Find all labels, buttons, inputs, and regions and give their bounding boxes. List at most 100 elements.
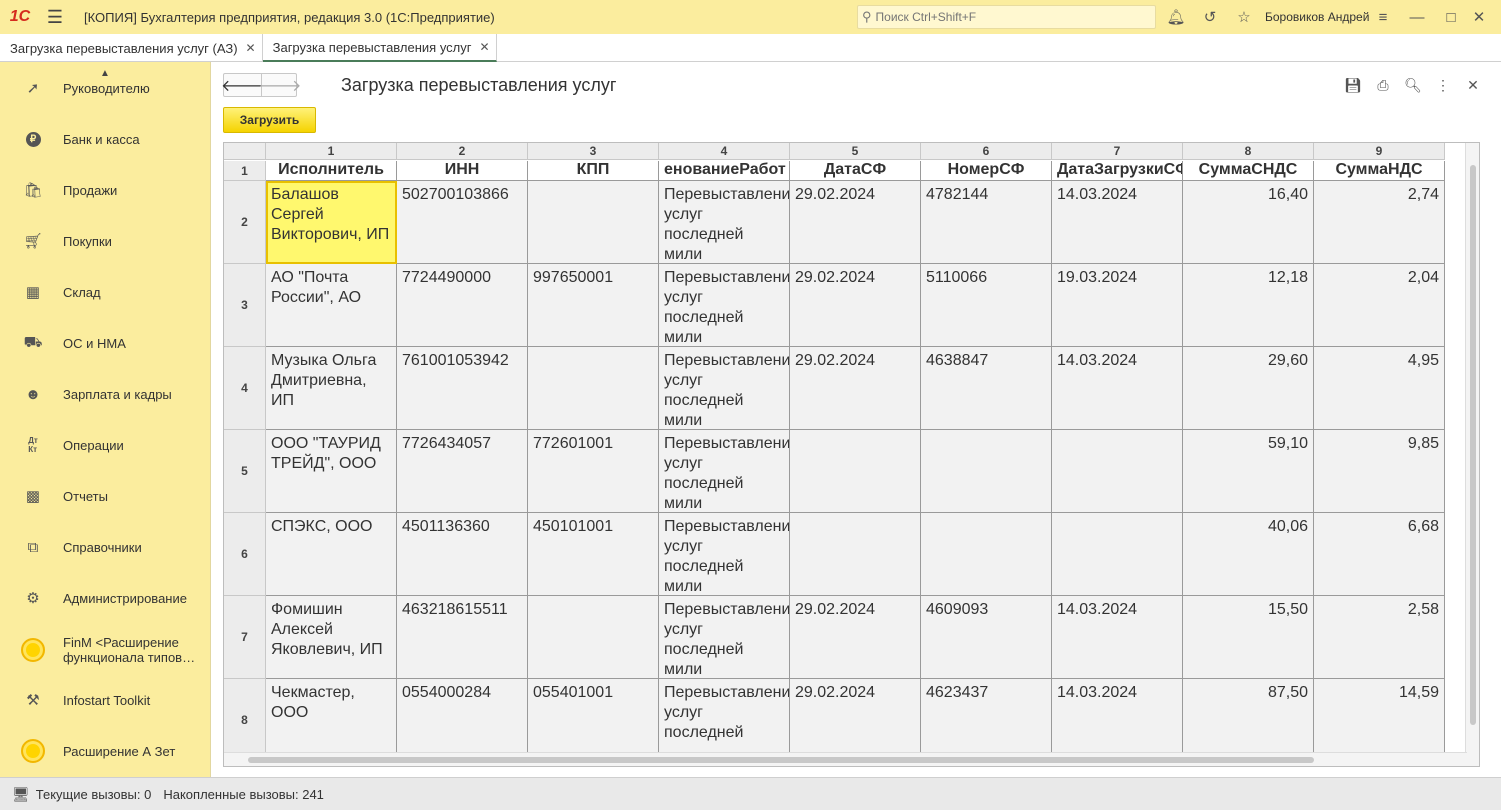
header-cell[interactable]: енованиеРабот	[659, 161, 790, 181]
tab-load[interactable]: Загрузка перевыставления услуг ✕	[262, 34, 497, 62]
close-form-icon[interactable]: ✕	[1463, 75, 1483, 95]
table-cell[interactable]: Перевыставление услуг последней	[659, 679, 790, 762]
maximize-icon[interactable]: □	[1440, 6, 1462, 28]
table-cell[interactable]: Перевыставление услуг последней мили	[659, 513, 790, 596]
table-cell[interactable]: Перевыставление услуг последней мили	[659, 596, 790, 679]
table-cell[interactable]: 14,59	[1314, 679, 1445, 762]
table-cell[interactable]: Балашов Сергей Викторович, ИП	[266, 181, 397, 264]
header-cell[interactable]: ДатаСФ	[790, 161, 921, 181]
header-cell[interactable]: ИНН	[397, 161, 528, 181]
sidebar-item-infostart[interactable]: ⚒ Infostart Toolkit	[0, 680, 210, 720]
star-icon[interactable]: ☆	[1233, 6, 1255, 28]
load-button[interactable]: Загрузить	[223, 107, 316, 133]
table-cell[interactable]: 772601001	[528, 430, 659, 513]
table-cell[interactable]: 502700103866	[397, 181, 528, 264]
table-cell[interactable]: 5110066	[921, 264, 1052, 347]
row-number[interactable]: 1	[224, 161, 266, 181]
bell-icon[interactable]: 🔔︎	[1165, 6, 1187, 28]
table-cell[interactable]	[921, 430, 1052, 513]
table-cell[interactable]: 4623437	[921, 679, 1052, 762]
history-icon[interactable]: ↺	[1199, 6, 1221, 28]
table-cell[interactable]: 16,40	[1183, 181, 1314, 264]
table-cell[interactable]	[790, 513, 921, 596]
table-cell[interactable]: 9,85	[1314, 430, 1445, 513]
table-cell[interactable]: СПЭКС, ООО	[266, 513, 397, 596]
table-cell[interactable]: 7726434057	[397, 430, 528, 513]
table-cell[interactable]: Фомишин Алексей Яковлевич, ИП	[266, 596, 397, 679]
row-number[interactable]: 5	[224, 430, 266, 513]
table-cell[interactable]: 055401001	[528, 679, 659, 762]
close-window-icon[interactable]: ✕	[1468, 6, 1490, 28]
sidebar-item-manager[interactable]: ➚ Руководителю	[0, 68, 210, 108]
horizontal-scrollbar[interactable]	[224, 752, 1467, 766]
header-cell[interactable]: ДатаЗагрузкиСФ	[1052, 161, 1183, 181]
table-cell[interactable]: 40,06	[1183, 513, 1314, 596]
sidebar-item-assets[interactable]: ⛟ ОС и НМА	[0, 323, 210, 363]
column-number[interactable]: 1	[266, 143, 397, 160]
sidebar-item-finm[interactable]: FinM <Расширение функционала типов…	[0, 629, 210, 671]
table-cell[interactable]: 997650001	[528, 264, 659, 347]
table-cell[interactable]: 29.02.2024	[790, 181, 921, 264]
save-icon[interactable]: 💾︎	[1343, 75, 1363, 95]
table-cell[interactable]	[790, 430, 921, 513]
table-cell[interactable]: 2,58	[1314, 596, 1445, 679]
tab-load-az[interactable]: Загрузка перевыставления услуг (АЗ) ✕	[0, 34, 263, 62]
table-cell[interactable]: 14.03.2024	[1052, 347, 1183, 430]
table-cell[interactable]: 6,68	[1314, 513, 1445, 596]
table-cell[interactable]: 7724490000	[397, 264, 528, 347]
column-number[interactable]: 2	[397, 143, 528, 160]
column-number[interactable]: 5	[790, 143, 921, 160]
table-cell[interactable]: 0554000284	[397, 679, 528, 762]
sidebar-item-azet[interactable]: Расширение А Зет	[0, 731, 210, 771]
sidebar-item-sales[interactable]: 🛍︎ Продажи	[0, 170, 210, 210]
sidebar-item-purchases[interactable]: 🛒︎ Покупки	[0, 221, 210, 261]
table-cell[interactable]: 29.02.2024	[790, 679, 921, 762]
global-search[interactable]: ⚲	[857, 5, 1156, 29]
monitor-icon[interactable]: 🖥︎	[12, 786, 30, 803]
sidebar-item-bank[interactable]: ₽ Банк и касса	[0, 119, 210, 159]
column-number[interactable]: 9	[1314, 143, 1445, 160]
row-number[interactable]: 6	[224, 513, 266, 596]
sidebar-item-warehouse[interactable]: ▦ Склад	[0, 272, 210, 312]
back-arrow-icon[interactable]: 🡐︎	[221, 74, 264, 96]
minimize-icon[interactable]: —	[1406, 6, 1428, 28]
table-cell[interactable]: Перевыставление услуг последней мили	[659, 264, 790, 347]
table-cell[interactable]	[528, 181, 659, 264]
header-cell[interactable]: КПП	[528, 161, 659, 181]
table-cell[interactable]	[1052, 513, 1183, 596]
table-cell[interactable]: 59,10	[1183, 430, 1314, 513]
search-input[interactable]	[875, 10, 1146, 24]
row-number[interactable]: 8	[224, 679, 266, 762]
table-cell[interactable]: 14.03.2024	[1052, 181, 1183, 264]
table-cell[interactable]: Музыка Ольга Дмитриевна, ИП	[266, 347, 397, 430]
menu-icon[interactable]: ☰	[40, 0, 70, 34]
table-cell[interactable]	[1052, 430, 1183, 513]
table-cell[interactable]: 12,18	[1183, 264, 1314, 347]
table-cell[interactable]: 14.03.2024	[1052, 596, 1183, 679]
table-cell[interactable]: ООО "ТАУРИД ТРЕЙД", ООО	[266, 430, 397, 513]
table-cell[interactable]: 19.03.2024	[1052, 264, 1183, 347]
column-number[interactable]: 8	[1183, 143, 1314, 160]
table-cell[interactable]: 29,60	[1183, 347, 1314, 430]
table-cell[interactable]: 29.02.2024	[790, 347, 921, 430]
table-cell[interactable]: 4501136360	[397, 513, 528, 596]
close-icon[interactable]: ✕	[480, 40, 490, 54]
vertical-scrollbar[interactable]	[1465, 143, 1479, 766]
header-cell[interactable]: НомерСФ	[921, 161, 1052, 181]
scroll-thumb[interactable]	[248, 757, 1314, 763]
more-icon[interactable]: ⋮	[1433, 75, 1453, 95]
table-cell[interactable]: 87,50	[1183, 679, 1314, 762]
table-cell[interactable]: Чекмастер, ООО	[266, 679, 397, 762]
header-cell[interactable]: Исполнитель	[266, 161, 397, 181]
table-cell[interactable]: 2,74	[1314, 181, 1445, 264]
table-cell[interactable]: 4,95	[1314, 347, 1445, 430]
settings-menu-icon[interactable]: ≡	[1372, 6, 1394, 28]
table-cell[interactable]	[921, 513, 1052, 596]
header-cell[interactable]: СуммаСНДС	[1183, 161, 1314, 181]
table-cell[interactable]: 463218615511	[397, 596, 528, 679]
sidebar-item-salary[interactable]: ☻ Зарплата и кадры	[0, 374, 210, 414]
table-cell[interactable]: 761001053942	[397, 347, 528, 430]
scroll-thumb[interactable]	[1470, 165, 1476, 725]
table-cell[interactable]	[528, 347, 659, 430]
row-number[interactable]: 7	[224, 596, 266, 679]
